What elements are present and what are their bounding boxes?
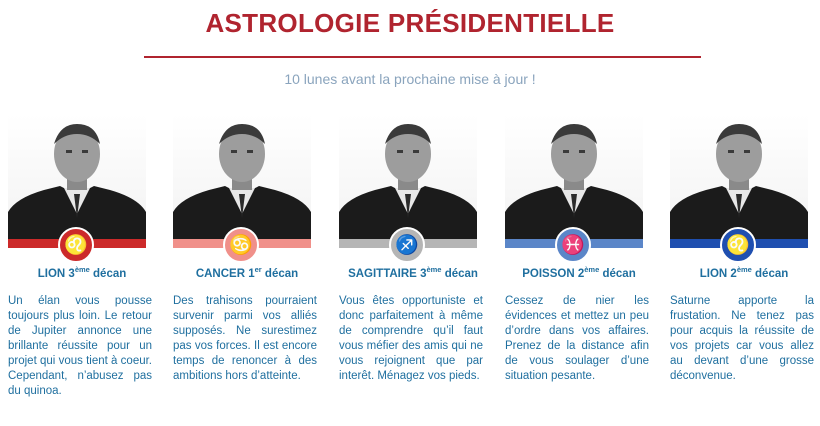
candidate-photo (505, 114, 643, 244)
sign-name: SAGITTAIRE (348, 268, 417, 280)
zodiac-badge: ♓ (555, 227, 591, 263)
horoscope-text: Un élan vous pousse toujours plus loin. … (8, 295, 152, 397)
page-subtitle: 10 lunes avant la prochaine mise à jour … (284, 71, 536, 87)
sign-heading: SAGITTAIRE 3ème décan (331, 265, 495, 280)
horoscope-card-5: ♌ LION 2ème décan Saturne apporte la fru… (662, 108, 820, 426)
sagittarius-zodiac-icon: ♐ (395, 234, 419, 256)
sign-name: LION (699, 268, 728, 280)
sign-heading: CANCER 1er décan (165, 265, 329, 280)
horoscope-card-1: ♌ LION 3ème décan Un élan vous pousse to… (0, 108, 164, 426)
sign-name: POISSON (522, 268, 575, 280)
sign-heading: LION 3ème décan (0, 265, 164, 280)
decan-ordinal-suffix: ème (426, 265, 442, 274)
horoscope-text: Saturne apporte la frustation. Ne tenez … (670, 295, 814, 382)
lion-zodiac-icon: ♌ (726, 234, 750, 256)
horoscope-card-2: ♋ CANCER 1er décan Des trahisons pourrai… (165, 108, 329, 426)
page-title: ASTROLOGIE PRÉSIDENTIELLE (205, 8, 615, 38)
decan-ordinal-suffix: ème (736, 265, 752, 274)
horoscope-text: Des trahisons pourraient survenir parmi … (173, 295, 317, 382)
sign-heading: POISSON 2ème décan (497, 265, 661, 280)
zodiac-badge: ♐ (389, 227, 425, 263)
decan-ordinal-suffix: er (254, 265, 262, 274)
zodiac-badge: ♋ (223, 227, 259, 263)
pisces-zodiac-icon: ♓ (561, 234, 585, 256)
zodiac-badge: ♌ (58, 227, 94, 263)
decan-ordinal-suffix: ème (74, 265, 90, 274)
horoscope-text: Cessez de nier les évidences et mettez u… (505, 295, 649, 382)
sign-name: CANCER (195, 268, 246, 280)
candidate-photo (339, 114, 477, 244)
decan-label: décan (755, 268, 789, 280)
candidate-photo (8, 114, 146, 244)
lion-zodiac-icon: ♌ (64, 234, 88, 256)
cancer-zodiac-icon: ♋ (229, 234, 253, 256)
horoscope-text: Vous êtes opportuniste et donc parfaitem… (339, 295, 483, 382)
decan-label: décan (264, 268, 299, 280)
decan-label: décan (602, 268, 636, 280)
horoscope-card-3: ♐ SAGITTAIRE 3ème décan Vous êtes opport… (331, 108, 495, 426)
candidate-photo (670, 114, 808, 244)
candidate-photo (173, 114, 311, 244)
decan-ordinal-suffix: ème (584, 265, 600, 274)
decan-label: décan (444, 268, 478, 280)
decan-label: décan (93, 268, 127, 280)
zodiac-badge: ♌ (720, 227, 756, 263)
sign-name: LION (37, 268, 66, 280)
title-divider (144, 56, 701, 58)
sign-heading: LION 2ème décan (662, 265, 820, 280)
horoscope-card-4: ♓ POISSON 2ème décan Cessez de nier les … (497, 108, 661, 426)
